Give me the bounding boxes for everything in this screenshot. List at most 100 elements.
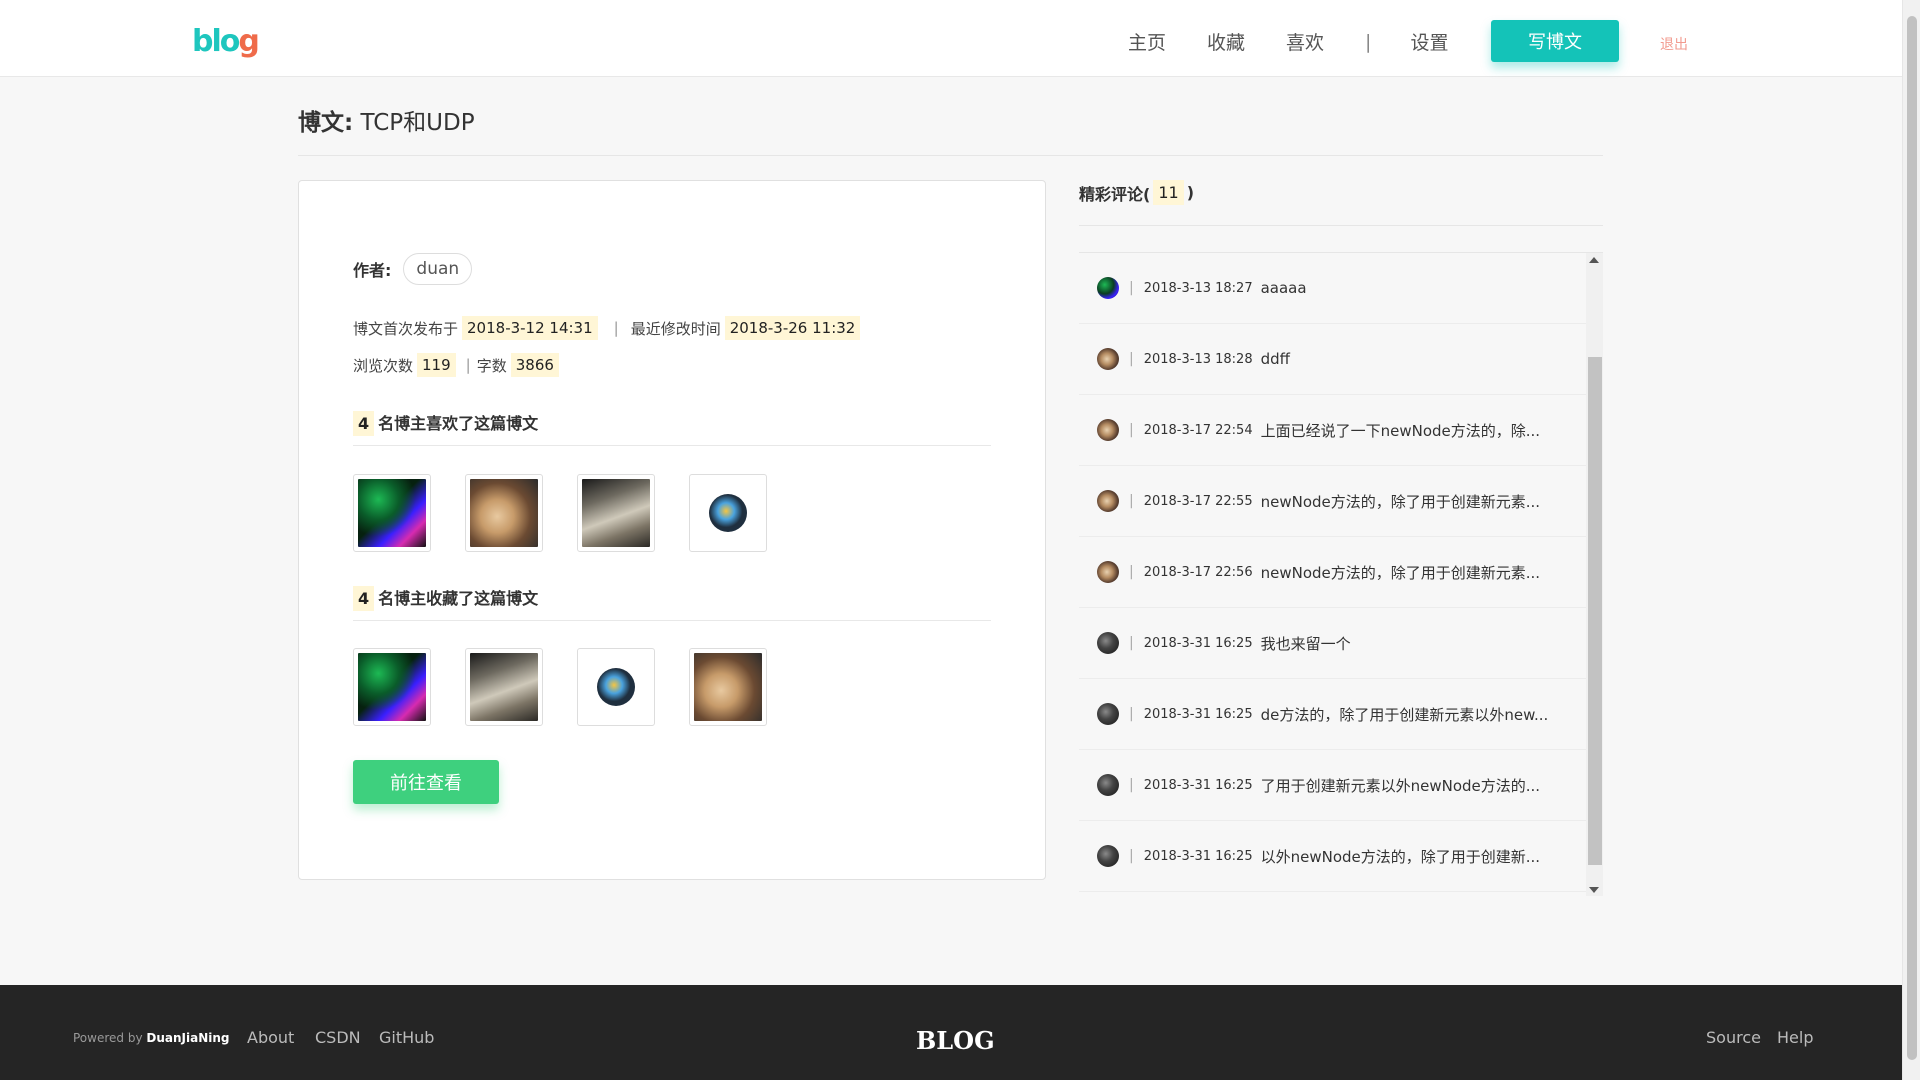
- modified-date: 2018-3-26 11:32: [724, 316, 861, 340]
- separator: |: [1129, 280, 1134, 296]
- separator: |: [1129, 706, 1134, 722]
- comment-text: newNode方法的，除了用于创建新元素...: [1260, 492, 1541, 511]
- likes-heading: 4 名博主喜欢了这篇博文: [353, 410, 539, 436]
- commenter-avatar[interactable]: [1097, 419, 1119, 441]
- comment-text: 以外newNode方法的，除了用于创建新...: [1260, 847, 1541, 866]
- page-title-label: 博文:: [298, 110, 354, 136]
- footer-source-link[interactable]: Source: [1706, 1028, 1761, 1047]
- comment-item[interactable]: | 2018-3-31 16:25 我也来留一个: [1079, 608, 1586, 679]
- footer-github-link[interactable]: GitHub: [379, 1028, 434, 1047]
- comment-text: de方法的，除了用于创建新元素以外new...: [1260, 705, 1549, 724]
- views-count: 119: [417, 353, 456, 377]
- dog-avatar-image: [470, 479, 538, 547]
- comment-time: 2018-3-31 16:25: [1143, 777, 1253, 793]
- footer-about-link[interactable]: About: [247, 1028, 294, 1047]
- comment-item[interactable]: | 2018-3-13 18:27 aaaaa: [1079, 253, 1586, 324]
- comment-item[interactable]: | 2018-3-17 22:56 newNode方法的，除了用于创建新元素..…: [1079, 537, 1586, 608]
- divider: [1079, 225, 1603, 226]
- author-label: 作者:: [353, 261, 392, 280]
- words-label: 字数: [476, 356, 507, 375]
- words-count: 3866: [510, 353, 559, 377]
- comment-time: 2018-3-17 22:55: [1143, 493, 1253, 509]
- collector-avatar[interactable]: [577, 648, 655, 726]
- top-header: blog 主页 收藏 喜欢 | 设置 写博文 退出: [0, 0, 1902, 77]
- published-date: 2018-3-12 14:31: [462, 316, 598, 340]
- comment-item[interactable]: | 2018-3-17 22:54 上面已经说了一下newNode方法的，除..…: [1079, 395, 1586, 466]
- stats-row: 浏览次数 119 | 字数 3866: [353, 353, 563, 377]
- liker-avatar[interactable]: [577, 474, 655, 552]
- footer-help-link[interactable]: Help: [1777, 1028, 1813, 1047]
- commenter-avatar[interactable]: [1097, 703, 1119, 725]
- comment-text: 了用于创建新元素以外newNode方法的...: [1260, 776, 1541, 795]
- comments-heading: 精彩评论( 11 ): [1079, 180, 1194, 205]
- commenter-avatar[interactable]: [1097, 277, 1119, 299]
- collects-text: 名博主收藏了这篇博文: [378, 589, 539, 608]
- separator: |: [1129, 635, 1134, 651]
- logout-link[interactable]: 退出: [1660, 34, 1688, 54]
- dog-avatar-image: [694, 653, 762, 721]
- comment-item[interactable]: | 2018-3-31 16:25 de方法的，除了用于创建新元素以外new..…: [1079, 679, 1586, 750]
- likes-text: 名博主喜欢了这篇博文: [378, 414, 539, 433]
- author-chip[interactable]: duan: [403, 253, 473, 285]
- bird-avatar-image: [709, 494, 747, 532]
- comments-count: 11: [1153, 180, 1184, 205]
- scroll-up-arrow-icon[interactable]: [1589, 257, 1599, 263]
- dates-row: 博文首次发布于 2018-3-12 14:31 | 最近修改时间 2018-3-…: [353, 316, 864, 340]
- scrollbar-thumb[interactable]: [1588, 357, 1602, 865]
- view-post-button[interactable]: 前往查看: [353, 760, 499, 804]
- comment-item[interactable]: | 2018-3-31 16:25 了用于创建新元素以外newNode方法的..…: [1079, 750, 1586, 821]
- views-label: 浏览次数: [353, 356, 414, 375]
- commenter-avatar[interactable]: [1097, 632, 1119, 654]
- nav-home[interactable]: 主页: [1128, 28, 1166, 55]
- page-scrollbar-thumb[interactable]: [1907, 16, 1917, 1060]
- comments-scrollbar[interactable]: [1586, 253, 1603, 896]
- separator: |: [1129, 777, 1134, 793]
- comments-title: 精彩评论(: [1079, 184, 1151, 204]
- commenter-avatar[interactable]: [1097, 561, 1119, 583]
- commenter-avatar[interactable]: [1097, 348, 1119, 370]
- comment-text: newNode方法的，除了用于创建新元素...: [1260, 563, 1541, 582]
- collector-avatar[interactable]: [689, 648, 767, 726]
- collector-avatar[interactable]: [465, 648, 543, 726]
- commenter-avatar[interactable]: [1097, 774, 1119, 796]
- blog-logo[interactable]: blog: [192, 24, 260, 59]
- comment-text: ddff: [1260, 350, 1290, 368]
- nav-like[interactable]: 喜欢: [1286, 28, 1324, 55]
- powered-by-label: Powered by: [73, 1031, 143, 1045]
- modified-label: 最近修改时间: [630, 319, 721, 338]
- liker-avatar[interactable]: [353, 474, 431, 552]
- collector-avatar[interactable]: [353, 648, 431, 726]
- nav-collect[interactable]: 收藏: [1207, 28, 1245, 55]
- write-post-button[interactable]: 写博文: [1491, 20, 1619, 62]
- comment-item[interactable]: | 2018-3-31 16:25 以外newNode方法的，除了用于创建新..…: [1079, 821, 1586, 892]
- separator: |: [613, 319, 619, 337]
- comment-time: 2018-3-17 22:54: [1143, 422, 1253, 438]
- comment-time: 2018-3-31 16:25: [1143, 848, 1253, 864]
- bird-avatar-image: [597, 668, 635, 706]
- separator: |: [1129, 351, 1134, 367]
- comment-item[interactable]: | 2018-3-13 18:28 ddff: [1079, 324, 1586, 395]
- divider: [353, 445, 991, 446]
- post-info-card: 作者: duan 博文首次发布于 2018-3-12 14:31 | 最近修改时…: [298, 180, 1046, 880]
- commenter-avatar[interactable]: [1097, 845, 1119, 867]
- comments-list: | 2018-3-13 18:27 aaaaa | 2018-3-13 18:2…: [1079, 252, 1603, 896]
- comment-item[interactable]: | 2018-3-17 22:55 newNode方法的，除了用于创建新元素..…: [1079, 466, 1586, 537]
- page-title: 博文: TCP和UDP: [298, 103, 475, 137]
- nav-settings[interactable]: 设置: [1410, 28, 1448, 55]
- comment-text: 我也来留一个: [1260, 634, 1351, 653]
- collects-count: 4: [353, 586, 375, 611]
- separator: |: [1129, 422, 1134, 438]
- commenter-avatar[interactable]: [1097, 490, 1119, 512]
- car-avatar-image: [582, 479, 650, 547]
- separator: |: [1129, 564, 1134, 580]
- powered-by-name[interactable]: DuanJiaNing: [146, 1031, 229, 1045]
- scroll-down-arrow-icon[interactable]: [1589, 887, 1599, 893]
- liker-avatar[interactable]: [689, 474, 767, 552]
- page-scrollbar[interactable]: [1902, 0, 1920, 1080]
- footer-csdn-link[interactable]: CSDN: [315, 1028, 361, 1047]
- separator: |: [465, 356, 471, 374]
- comment-time: 2018-3-17 22:56: [1143, 564, 1253, 580]
- liker-avatar[interactable]: [465, 474, 543, 552]
- car-avatar-image: [470, 653, 538, 721]
- comment-text: aaaaa: [1260, 279, 1307, 297]
